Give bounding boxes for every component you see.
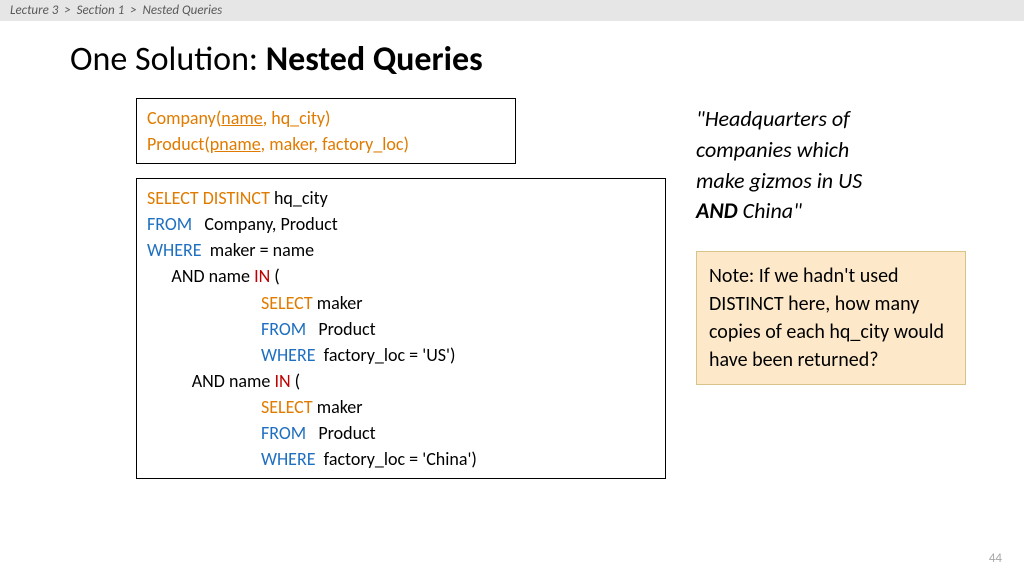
slide-content: One Solution: Nested Queries Company(nam… [0,21,1024,479]
schema-box: Company(name, hq_city) Product(pname, ma… [136,98,516,164]
breadcrumb-l2: Section 1 [77,3,125,18]
page-title: One Solution: Nested Queries [70,39,954,80]
note-box: Note: If we hadn't used DISTINCT here, h… [696,251,966,385]
query-description: "Headquarters of companies which make gi… [696,104,966,227]
breadcrumb: Lecture 3 > Section 1 > Nested Queries [0,0,1024,21]
breadcrumb-l1: Lecture 3 [10,3,58,18]
breadcrumb-l3: Nested Queries [142,3,222,18]
page-number: 44 [989,551,1002,566]
sql-query-box: SELECT DISTINCT hq_city FROM Company, Pr… [136,178,666,479]
